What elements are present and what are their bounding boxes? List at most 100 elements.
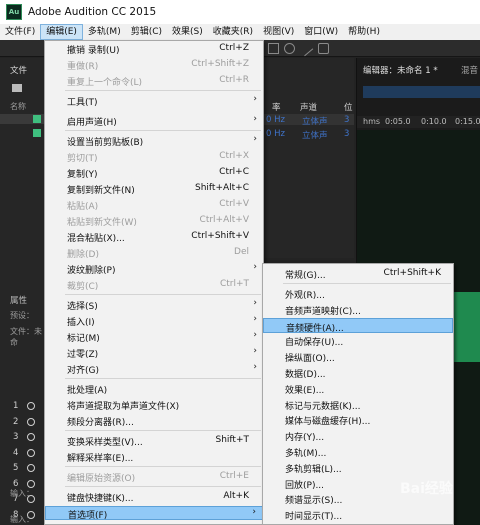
- title-bar: Au Adobe Audition CC 2015: [0, 0, 480, 24]
- edit-menu-item[interactable]: 复制到新文件(N) Shift+Alt+C: [45, 182, 263, 196]
- editor-tab[interactable]: 编辑器：未命名 1 *: [363, 64, 438, 76]
- edit-menu-item[interactable]: 将声道提取为单声道文件(X): [45, 398, 263, 412]
- menu-item-label: 对齐(G): [67, 366, 99, 376]
- power-toggle-icon[interactable]: [27, 402, 35, 410]
- preferences-menu-item[interactable]: 音频硬件(A)...: [263, 317, 453, 334]
- menu-item-label: 启用声道(H): [67, 118, 117, 128]
- power-toggle-icon[interactable]: [27, 448, 35, 457]
- menu-separator: [283, 283, 451, 284]
- edit-menu-item[interactable]: 批处理(A): [45, 382, 263, 396]
- spot-heal-tool-icon[interactable]: [318, 43, 329, 54]
- menu-item-label: 键盘快捷键(K)...: [67, 494, 134, 504]
- preferences-menu-item[interactable]: 操纵面(O)...: [263, 349, 453, 364]
- submenu-arrow-icon: ›: [253, 262, 257, 272]
- power-toggle-icon[interactable]: [27, 417, 35, 426]
- submenu-arrow-icon: ›: [253, 94, 257, 104]
- bits-cell: 3: [344, 115, 350, 125]
- menu-item-label: 音频声道映射(C)...: [285, 306, 361, 317]
- menu-item-shortcut: Ctrl+Alt+V: [199, 215, 249, 225]
- menu-item-label: 时间显示(T)...: [285, 512, 343, 523]
- overview-bar[interactable]: [363, 86, 480, 98]
- files-panel: 文件 名称 属性 预设： 文件：未命 12345678910 输入： 输入：: [0, 58, 44, 525]
- edit-menu-item[interactable]: 首选项(F) ›: [45, 506, 263, 521]
- import-icon[interactable]: [12, 84, 22, 92]
- preferences-menu-item[interactable]: 内存(Y)...: [263, 428, 453, 443]
- menu-item-shortcut: Ctrl+E: [219, 471, 249, 481]
- preferences-menu-item[interactable]: 标记与元数据(K)...: [263, 397, 453, 412]
- menu-effects[interactable]: 效果(S): [167, 24, 208, 40]
- track-number: 6: [13, 478, 19, 489]
- menu-item-label: 多轨剪辑(L)...: [285, 464, 342, 475]
- move-tool-icon[interactable]: [268, 43, 279, 54]
- track-number: 5: [13, 463, 19, 473]
- menu-item-label: 标记与元数据(K)...: [285, 401, 361, 412]
- menu-item-label: 回放(P)...: [285, 480, 325, 491]
- menu-multitrack[interactable]: 多轨(M): [83, 24, 126, 40]
- menu-item-shortcut: Ctrl+Shift+K: [383, 268, 441, 278]
- properties-tab[interactable]: 属性: [10, 294, 27, 306]
- submenu-arrow-icon: ›: [252, 507, 256, 517]
- edit-menu-item[interactable]: 插入(I) ›: [45, 314, 263, 328]
- waveform-file-icon: [33, 129, 41, 137]
- edit-menu-item[interactable]: 对齐(G) ›: [45, 362, 263, 376]
- edit-menu-item[interactable]: 频段分离器(R)...: [45, 414, 263, 428]
- menu-item-label: 裁剪(C): [67, 282, 99, 292]
- preferences-menu-item[interactable]: 媒体与磁盘缓存(H)...: [263, 412, 453, 427]
- preferences-menu-item[interactable]: 多轨(M)...: [263, 444, 453, 459]
- menu-item-label: 复制(Y): [67, 170, 98, 180]
- menu-window[interactable]: 窗口(W): [299, 24, 343, 40]
- menu-item-label: 混合粘贴(X)...: [67, 234, 125, 244]
- menu-item-label: 编辑原始资源(O): [67, 474, 136, 484]
- preferences-menu-item[interactable]: 常规(G)... Ctrl+Shift+K: [263, 266, 453, 281]
- name-column-header[interactable]: 名称: [10, 101, 26, 112]
- power-toggle-icon[interactable]: [27, 479, 35, 488]
- bits-column-header[interactable]: 位: [344, 101, 353, 113]
- menu-favorites[interactable]: 收藏夹(R): [208, 24, 258, 40]
- preferences-menu-item[interactable]: 自动保存(U)...: [263, 333, 453, 348]
- brush-tool-icon[interactable]: [297, 40, 314, 57]
- preferences-menu-item[interactable]: 音频声道映射(C)...: [263, 302, 453, 317]
- edit-menu-item[interactable]: 标记(M) ›: [45, 330, 263, 344]
- track-number: 1: [13, 401, 19, 411]
- edit-menu-item[interactable]: 波纹删除(P) ›: [45, 262, 263, 276]
- submenu-arrow-icon: ›: [253, 346, 257, 356]
- edit-menu-item[interactable]: 设置当前剪贴板(B) ›: [45, 134, 263, 148]
- files-tab[interactable]: 文件: [10, 64, 27, 76]
- menu-item-shortcut: Ctrl+Shift+Z: [191, 59, 249, 69]
- channel-column-header[interactable]: 声道: [300, 101, 317, 113]
- mixer-tab[interactable]: 混音: [461, 64, 478, 76]
- menu-item-label: 变换采样类型(V)...: [67, 438, 143, 448]
- edit-menu-item[interactable]: 键盘快捷键(K)... Alt+K: [45, 490, 263, 504]
- menu-item-label: 波纹删除(P): [67, 266, 116, 276]
- menu-item-label: 过零(Z): [67, 350, 99, 360]
- menu-view[interactable]: 视图(V): [258, 24, 299, 40]
- preferences-menu-item[interactable]: 多轨剪辑(L)...: [263, 460, 453, 475]
- lasso-tool-icon[interactable]: [284, 43, 295, 54]
- menu-file[interactable]: 文件(F): [0, 24, 40, 40]
- preset-label: 预设：: [10, 311, 34, 320]
- edit-menu-item[interactable]: 混合粘贴(X)... Ctrl+Shift+V: [45, 230, 263, 244]
- edit-menu-item[interactable]: 过零(Z) ›: [45, 346, 263, 360]
- sample-rate-cell: 0 Hz: [266, 115, 285, 125]
- menu-clip[interactable]: 剪辑(C): [126, 24, 167, 40]
- menu-item-label: 将声道提取为单声道文件(X): [67, 402, 180, 412]
- time-ruler[interactable]: hms 0:05.0 0:10.0 0:15.0: [357, 116, 480, 128]
- preferences-menu-item[interactable]: 效果(E)...: [263, 381, 453, 396]
- edit-menu-item[interactable]: 启用声道(H) ›: [45, 114, 263, 128]
- menu-item-label: 多轨(M)...: [285, 449, 327, 459]
- rate-column-header[interactable]: 率: [272, 101, 281, 113]
- edit-menu-item[interactable]: 撤销 录制(U) Ctrl+Z: [45, 42, 263, 56]
- edit-menu-item[interactable]: 复制(Y) Ctrl+C: [45, 166, 263, 180]
- edit-menu-item[interactable]: 工具(T) ›: [45, 94, 263, 108]
- preferences-menu-item[interactable]: 外观(R)...: [263, 286, 453, 301]
- edit-menu-item[interactable]: 变换采样类型(V)... Shift+T: [45, 434, 263, 448]
- preferences-menu-item[interactable]: 数据(D)...: [263, 365, 453, 380]
- edit-menu-item[interactable]: 选择(S) ›: [45, 298, 263, 312]
- edit-menu-item[interactable]: 解释采样率(E)...: [45, 450, 263, 464]
- menu-edit[interactable]: 编辑(E): [40, 24, 83, 40]
- power-toggle-icon[interactable]: [27, 433, 35, 441]
- edit-menu-item: 删除(D) Del: [45, 246, 263, 260]
- menu-item-label: 数据(D)...: [285, 370, 326, 380]
- power-toggle-icon[interactable]: [27, 464, 35, 472]
- menu-help[interactable]: 帮助(H): [343, 24, 385, 40]
